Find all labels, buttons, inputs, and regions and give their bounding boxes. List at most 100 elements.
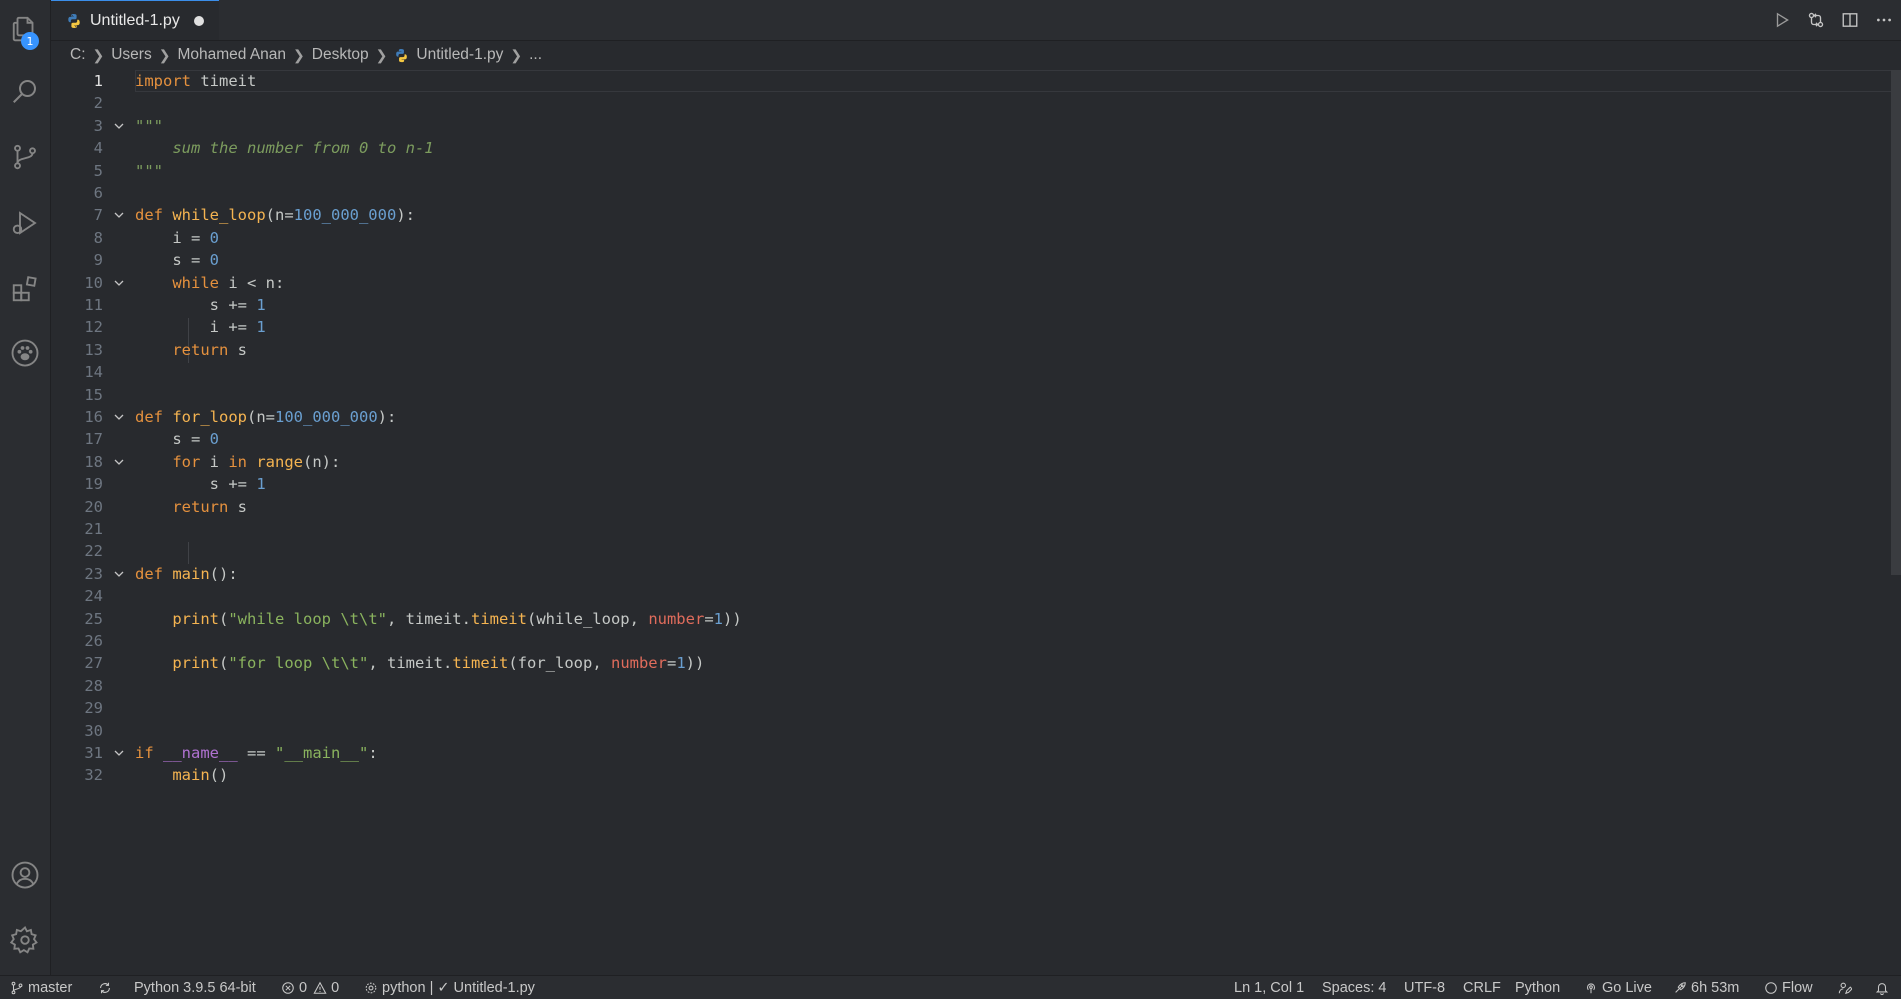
time-tracker[interactable]: 6h 53m: [1673, 976, 1739, 999]
code-line: 17 s = 0: [84, 430, 219, 449]
code-line: 18 for i in range(n):: [84, 452, 341, 471]
account-icon[interactable]: [0, 850, 50, 900]
error-count: 0: [299, 979, 308, 996]
broadcast-icon: [1586, 982, 1596, 993]
code-line: 22: [84, 542, 103, 561]
end-of-line[interactable]: CRLF: [1463, 976, 1501, 999]
code-line: 19 s += 1: [84, 475, 266, 494]
code-line: 31 if __name__ == "__main__":: [84, 744, 378, 762]
code-line: 2: [93, 94, 103, 113]
gear-icon: [365, 982, 377, 993]
extensions-icon[interactable]: [0, 264, 50, 314]
branch-label: master: [28, 979, 73, 996]
lint-status[interactable]: python | ✓ Untitled-1.py: [364, 976, 535, 999]
warning-icon: [313, 981, 327, 994]
interpreter-label: Python 3.9.5 64-bit: [134, 979, 256, 996]
code-line: 23 def main():: [84, 564, 238, 583]
more-actions-icon[interactable]: [1867, 0, 1901, 40]
code-line: 11 s += 1: [84, 296, 266, 314]
feedback-icon[interactable]: [1838, 976, 1856, 999]
go-live-label: Go Live: [1602, 979, 1652, 996]
language-mode[interactable]: Python: [1515, 976, 1560, 999]
code-line: 29: [84, 699, 103, 718]
code-editor[interactable]: 1 import timeit 2 3 """ 4 sum the number f…: [51, 70, 1901, 975]
tab-untitled-1[interactable]: Untitled-1.py: [51, 0, 219, 40]
breadcrumb-symbols[interactable]: ...: [529, 46, 542, 64]
code-line: 10 while i < n:: [84, 273, 285, 292]
chevron-right-icon: ❯: [510, 46, 523, 63]
editor-actions: [1765, 0, 1901, 40]
tab-title: Untitled-1.py: [90, 11, 180, 29]
breadcrumb-user[interactable]: Mohamed Anan: [177, 46, 286, 64]
git-branch-icon: [11, 981, 23, 994]
fold-chevron-icon[interactable]: [113, 568, 125, 580]
paw-icon[interactable]: [0, 328, 50, 378]
chevron-right-icon: ❯: [158, 46, 171, 63]
split-editor-icon[interactable]: [1833, 0, 1867, 40]
breadcrumb-drive[interactable]: C:: [70, 46, 86, 64]
code-line: 32 main(): [84, 766, 229, 785]
code-line: 25 print("while loop \t\t", timeit.timei…: [84, 609, 742, 628]
code-line: 8 i = 0: [93, 228, 219, 247]
indentation-label: Spaces: 4: [1322, 979, 1387, 996]
breadcrumb: C: ❯ Users ❯ Mohamed Anan ❯ Desktop ❯ Un…: [70, 44, 542, 66]
python-interpreter[interactable]: Python 3.9.5 64-bit: [134, 976, 256, 999]
fold-chevron-icon[interactable]: [113, 120, 125, 132]
fold-chevron-icon[interactable]: [113, 411, 125, 423]
breadcrumb-users[interactable]: Users: [111, 46, 151, 64]
error-icon: [282, 981, 294, 994]
explorer-icon[interactable]: 1: [0, 4, 50, 54]
circle-icon: [1765, 981, 1777, 994]
cursor-position[interactable]: Ln 1, Col 1: [1234, 976, 1304, 999]
eol-label: CRLF: [1463, 979, 1501, 996]
code-line: 7 def while_loop(n=100_000_000):: [93, 206, 415, 225]
code-line: 24: [84, 587, 103, 606]
code-line: 21: [84, 520, 103, 538]
problems-status[interactable]: 0 0: [281, 976, 339, 999]
run-file-icon[interactable]: [1765, 0, 1799, 40]
code-line: 3 """: [93, 116, 163, 135]
go-live[interactable]: Go Live: [1584, 976, 1652, 999]
code-line: 14: [84, 363, 103, 382]
sync-icon[interactable]: [98, 976, 116, 999]
open-changes-icon[interactable]: [1799, 0, 1833, 40]
encoding[interactable]: UTF-8: [1404, 976, 1445, 999]
run-debug-icon[interactable]: [0, 198, 50, 248]
settings-gear-icon[interactable]: [0, 915, 50, 965]
code-line: 28: [84, 676, 103, 695]
fold-chevron-icon[interactable]: [113, 277, 125, 289]
breadcrumb-desktop[interactable]: Desktop: [312, 46, 369, 64]
notifications-bell-icon[interactable]: [1875, 976, 1893, 999]
fold-chevron-icon[interactable]: [113, 209, 125, 221]
code-line: 26: [84, 632, 103, 650]
indentation[interactable]: Spaces: 4: [1322, 976, 1387, 999]
code-line: 6: [93, 184, 103, 202]
explorer-badge: 1: [21, 32, 39, 50]
cursor-position-label: Ln 1, Col 1: [1234, 979, 1305, 996]
breadcrumb-file[interactable]: Untitled-1.py: [416, 46, 503, 64]
warning-count: 0: [331, 979, 340, 996]
language-label: Python: [1515, 979, 1561, 996]
code-line: 12 i += 1: [84, 318, 266, 337]
chevron-right-icon: ❯: [375, 46, 388, 63]
source-control-icon[interactable]: [0, 132, 50, 182]
search-icon[interactable]: [0, 66, 50, 116]
chevron-right-icon: ❯: [293, 46, 305, 63]
code-line: 9 s = 0: [93, 251, 219, 270]
code-line: 30: [84, 721, 103, 740]
code-line: 13 return s: [84, 340, 247, 359]
lint-label: python | ✓ Untitled-1.py: [382, 979, 535, 996]
branch-status[interactable]: master: [10, 976, 72, 999]
activity-bar: 1: [0, 0, 51, 975]
flow-status[interactable]: Flow: [1764, 976, 1813, 999]
fold-chevron-icon[interactable]: [113, 747, 125, 759]
chevron-right-icon: ❯: [92, 46, 105, 63]
encoding-label: UTF-8: [1404, 979, 1446, 996]
code-line: 20 return s: [84, 497, 247, 516]
unsaved-dot-icon[interactable]: [193, 15, 204, 26]
vertical-scrollbar[interactable]: [1891, 70, 1901, 575]
rocket-icon: [1675, 981, 1686, 993]
python-file-icon: [396, 48, 408, 62]
status-bar: master Python 3.9.5 64-bit 0 0 python | …: [0, 975, 1901, 999]
fold-chevron-icon[interactable]: [113, 456, 125, 468]
